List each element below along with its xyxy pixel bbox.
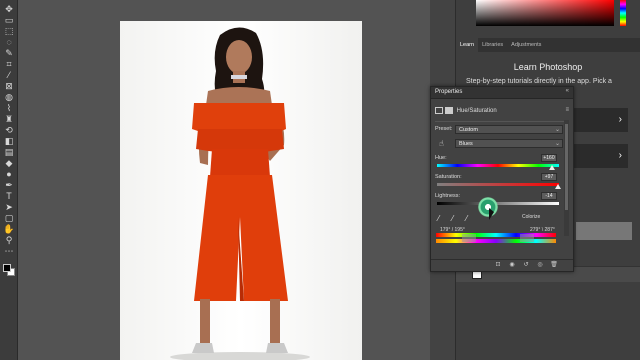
divider <box>435 121 569 122</box>
mask-icon[interactable] <box>445 107 453 114</box>
channel-dropdown[interactable]: Blues ⌄ <box>455 139 563 148</box>
hue-slider[interactable] <box>437 164 559 167</box>
color-hue-strip[interactable] <box>620 0 626 26</box>
tab-libraries[interactable]: Libraries <box>478 38 507 52</box>
reset-icon[interactable]: ↺ <box>522 262 530 269</box>
input-spectrum-bar <box>436 233 556 237</box>
gradient-icon[interactable]: ▤ <box>3 147 15 157</box>
learn-tabbar: Learn Libraries Adjustments <box>456 38 640 52</box>
lightness-label: Lightness: <box>435 193 461 199</box>
range-slider-right[interactable] <box>520 234 534 242</box>
tutorial-card[interactable]: › <box>566 108 628 132</box>
tools-panel: ✥ ▭ ⬚ ◌ ✎ ⌗ ⁄ ⊠ ◍ ⌇ ♜ ⟲ ◧ ▤ ◆ ● ✒ T ➤ ▢ ✋ ⚲ ⋯ <box>0 0 18 360</box>
artboard-icon[interactable]: ▭ <box>3 15 15 25</box>
properties-menu-icon[interactable]: ≡ <box>565 107 569 113</box>
saturation-slider[interactable] <box>437 183 559 186</box>
colorize-checkbox-label[interactable]: Colorize <box>522 214 540 220</box>
color-field[interactable] <box>476 0 614 26</box>
foreground-color-swatch[interactable] <box>3 264 11 272</box>
clone-stamp-icon[interactable]: ♜ <box>3 114 15 124</box>
quick-select-icon[interactable]: ✎ <box>3 48 15 58</box>
tutorial-card[interactable]: › <box>566 144 628 168</box>
preset-label: Preset: <box>435 126 453 132</box>
zoom-icon[interactable]: ⚲ <box>3 235 15 245</box>
eyedropper-minus-icon[interactable]: ⁄ <box>466 214 475 223</box>
preset-dropdown[interactable]: Custom ⌄ <box>455 125 563 134</box>
healing-brush-icon[interactable]: ◍ <box>3 92 15 102</box>
model-photo[interactable] <box>120 21 362 360</box>
output-spectrum-bar <box>436 239 556 243</box>
chevron-down-icon: ⌄ <box>554 141 560 147</box>
range-slider-left[interactable] <box>462 234 476 242</box>
photoshop-window: ✥ ▭ ⬚ ◌ ✎ ⌗ ⁄ ⊠ ◍ ⌇ ♜ ⟲ ◧ ▤ ◆ ● ✒ T ➤ ▢ ✋ ⚲ ⋯ <box>0 0 640 360</box>
saturation-value-field[interactable]: +97 <box>541 173 557 181</box>
model-figure <box>170 27 310 360</box>
visibility-eye-icon[interactable]: ◎ <box>536 262 544 269</box>
clip-to-layer-icon[interactable]: ⊡ <box>494 262 502 269</box>
type-icon[interactable]: T <box>3 191 15 201</box>
view-previous-icon[interactable]: ◉ <box>508 262 516 269</box>
properties-title: Properties <box>435 89 463 95</box>
hue-value-field[interactable]: +160 <box>541 154 557 162</box>
tab-learn[interactable]: Learn <box>456 38 479 52</box>
document-canvas[interactable] <box>18 0 430 360</box>
collapse-icon[interactable]: « <box>566 88 569 94</box>
blur-icon[interactable]: ◆ <box>3 158 15 168</box>
move-tool-icon[interactable]: ✥ <box>3 4 15 14</box>
path-select-icon[interactable]: ➤ <box>3 202 15 212</box>
learn-panel-subtitle: Step-by-step tutorials directly in the a… <box>466 78 612 85</box>
adjustment-type-row: Hue/Saturation <box>435 107 569 119</box>
lasso-icon[interactable]: ◌ <box>3 37 15 47</box>
chevron-right-icon: › <box>618 114 622 125</box>
eyedropper-plus-icon[interactable]: ⁄ <box>452 214 461 223</box>
eraser-icon[interactable]: ◧ <box>3 136 15 146</box>
hue-slider-thumb[interactable] <box>548 165 555 170</box>
eyedropper-icon[interactable]: ⁄ <box>438 214 447 223</box>
lightness-value-field[interactable]: -14 <box>541 192 557 200</box>
properties-panel: Properties « Hue/Saturation ≡ Preset: Cu… <box>430 86 574 272</box>
delete-icon[interactable]: 🗑 <box>550 262 558 269</box>
properties-scrollbar[interactable] <box>564 120 569 236</box>
dodge-icon[interactable]: ● <box>3 169 15 179</box>
adjustment-icon <box>435 107 443 114</box>
hand-icon[interactable]: ✋ <box>3 224 15 234</box>
channel-value: Blues <box>459 141 473 147</box>
rectangle-icon[interactable]: ▢ <box>3 213 15 223</box>
marquee-icon[interactable]: ⬚ <box>3 26 15 36</box>
history-brush-icon[interactable]: ⟲ <box>3 125 15 135</box>
hue-label: Hue: <box>435 155 447 161</box>
properties-header[interactable]: Properties « <box>431 87 573 99</box>
learn-panel-title: Learn Photoshop <box>513 62 583 72</box>
adjustment-type-label: Hue/Saturation <box>456 108 497 115</box>
click-highlight <box>478 197 498 217</box>
targeted-adjustment-hand-icon[interactable]: ☝ <box>439 139 448 148</box>
brush-icon[interactable]: ⌇ <box>3 103 15 113</box>
saturation-slider-thumb[interactable] <box>554 184 561 189</box>
crop-icon[interactable]: ⌗ <box>3 59 15 69</box>
eyedropper-tool-icon[interactable]: ⁄ <box>3 70 15 80</box>
chevron-down-icon: ⌄ <box>554 127 560 133</box>
chevron-right-icon: › <box>618 150 622 161</box>
saturation-label: Saturation: <box>435 174 462 180</box>
tab-adjustments[interactable]: Adjustments <box>507 38 545 52</box>
lightness-slider[interactable] <box>437 202 559 205</box>
frame-icon[interactable]: ⊠ <box>3 81 15 91</box>
layers-header-bar <box>576 222 632 240</box>
mouse-cursor-icon <box>489 208 494 220</box>
more-tools-icon[interactable]: ⋯ <box>3 246 15 256</box>
pen-icon[interactable]: ✒ <box>3 180 15 190</box>
preset-value: Custom <box>459 127 478 133</box>
